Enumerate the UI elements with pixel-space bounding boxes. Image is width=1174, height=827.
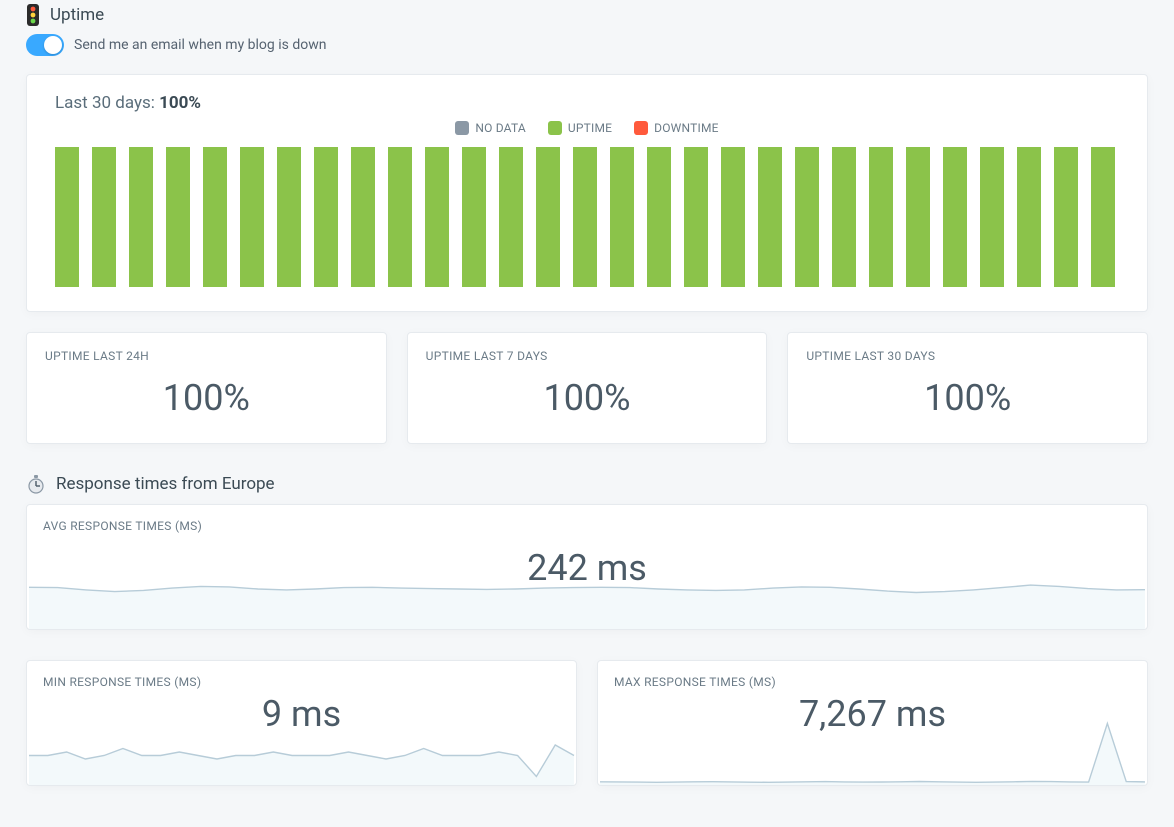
stat-label: UPTIME LAST 30 DAYS bbox=[806, 349, 1129, 363]
stat-value: 100% bbox=[806, 377, 1129, 419]
uptime-bar bbox=[314, 147, 338, 287]
max-label: MAX RESPONSE TIMES (MS) bbox=[598, 661, 1147, 689]
uptime-bar bbox=[795, 147, 819, 287]
uptime-bar bbox=[1091, 147, 1115, 287]
uptime-bar bbox=[277, 147, 301, 287]
max-value: 7,267 ms bbox=[598, 693, 1147, 735]
uptime-bar bbox=[240, 147, 264, 287]
uptime-bar bbox=[573, 147, 597, 287]
uptime-stat-row: UPTIME LAST 24H 100% UPTIME LAST 7 DAYS … bbox=[26, 332, 1148, 444]
uptime-legend: NO DATA UPTIME DOWNTIME bbox=[55, 121, 1119, 135]
uptime-bar bbox=[1054, 147, 1078, 287]
uptime-bar bbox=[166, 147, 190, 287]
uptime-summary-prefix: Last 30 days: bbox=[55, 93, 159, 113]
min-label: MIN RESPONSE TIMES (MS) bbox=[27, 661, 576, 689]
uptime-bar bbox=[906, 147, 930, 287]
uptime-bar bbox=[462, 147, 486, 287]
uptime-bar bbox=[758, 147, 782, 287]
uptime-bar bbox=[351, 147, 375, 287]
uptime-bar bbox=[203, 147, 227, 287]
stat-card-7d: UPTIME LAST 7 DAYS 100% bbox=[407, 332, 768, 444]
legend-uptime: UPTIME bbox=[548, 121, 612, 135]
email-toggle-row: Send me an email when my blog is down bbox=[26, 34, 1148, 56]
uptime-bar bbox=[832, 147, 856, 287]
uptime-bar bbox=[1017, 147, 1041, 287]
swatch-downtime bbox=[634, 121, 648, 135]
uptime-bar bbox=[610, 147, 634, 287]
stopwatch-icon bbox=[26, 474, 46, 494]
traffic-light-icon bbox=[26, 4, 40, 26]
uptime-bar bbox=[536, 147, 560, 287]
swatch-nodata bbox=[455, 121, 469, 135]
uptime-summary: Last 30 days: 100% bbox=[55, 93, 1119, 113]
uptime-bar bbox=[55, 147, 79, 287]
uptime-30d-card: Last 30 days: 100% NO DATA UPTIME DOWNTI… bbox=[26, 74, 1148, 312]
avg-value: 242 ms bbox=[27, 547, 1147, 589]
legend-downtime: DOWNTIME bbox=[634, 121, 719, 135]
uptime-bar bbox=[943, 147, 967, 287]
uptime-bar bbox=[388, 147, 412, 287]
uptime-bar bbox=[647, 147, 671, 287]
uptime-title: Uptime bbox=[50, 5, 104, 25]
uptime-bars bbox=[55, 147, 1119, 287]
stat-label: UPTIME LAST 24H bbox=[45, 349, 368, 363]
legend-nodata: NO DATA bbox=[455, 121, 526, 135]
uptime-bar bbox=[684, 147, 708, 287]
max-response-card: MAX RESPONSE TIMES (MS) 7,267 ms bbox=[597, 660, 1148, 786]
uptime-bar bbox=[869, 147, 893, 287]
min-value: 9 ms bbox=[27, 693, 576, 735]
uptime-bar bbox=[499, 147, 523, 287]
email-toggle-label: Send me an email when my blog is down bbox=[74, 37, 326, 53]
swatch-uptime bbox=[548, 121, 562, 135]
uptime-bar bbox=[92, 147, 116, 287]
uptime-bar bbox=[425, 147, 449, 287]
uptime-bar bbox=[721, 147, 745, 287]
avg-response-card: AVG RESPONSE TIMES (MS) 242 ms bbox=[26, 504, 1148, 630]
stat-card-30d: UPTIME LAST 30 DAYS 100% bbox=[787, 332, 1148, 444]
min-response-card: MIN RESPONSE TIMES (MS) 9 ms bbox=[26, 660, 577, 786]
uptime-summary-value: 100% bbox=[159, 93, 201, 113]
stat-value: 100% bbox=[426, 377, 749, 419]
uptime-header: Uptime bbox=[26, 4, 1148, 26]
email-toggle[interactable] bbox=[26, 34, 64, 56]
uptime-bar bbox=[129, 147, 153, 287]
uptime-bar bbox=[980, 147, 1004, 287]
stat-label: UPTIME LAST 7 DAYS bbox=[426, 349, 749, 363]
response-title: Response times from Europe bbox=[56, 474, 275, 494]
avg-label: AVG RESPONSE TIMES (MS) bbox=[27, 505, 1147, 533]
stat-value: 100% bbox=[45, 377, 368, 419]
stat-card-24h: UPTIME LAST 24H 100% bbox=[26, 332, 387, 444]
min-max-row: MIN RESPONSE TIMES (MS) 9 ms MAX RESPONS… bbox=[26, 650, 1148, 786]
response-header: Response times from Europe bbox=[26, 474, 1148, 494]
